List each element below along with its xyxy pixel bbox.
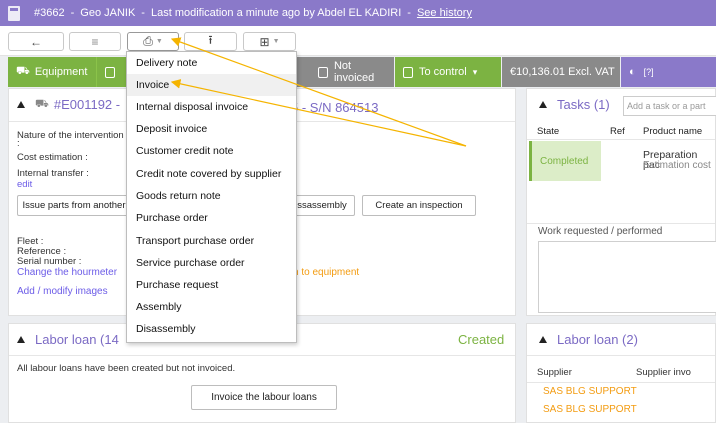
divider [527,139,715,140]
col-supplier: Supplier [537,367,572,378]
add-images-link[interactable]: Add / modify images [17,287,108,297]
collapse-icon[interactable] [539,336,547,343]
client-name: Geo JANIK [80,7,136,19]
divider [527,382,715,383]
excavator-icon: ⛟ [16,65,30,77]
split-icon: ⊞ [259,34,270,49]
chevron-down-icon: ▼ [155,38,163,45]
equipment-title-left[interactable]: #E001192 - [54,97,120,112]
change-hourmeter-link[interactable]: Change the hourmeter [17,268,117,278]
excavator-icon: ⛟ [35,97,49,110]
divider [527,223,715,224]
print-icon: ⎙ [143,34,153,48]
menu-item-transport-purchase-order[interactable]: Transport purchase order [127,230,296,252]
tasks-panel: Tasks (1) Add a task or a part State Ref… [526,88,716,316]
to-control-status[interactable]: To control ▾ [395,57,501,87]
print-documents-menu: Delivery note Invoice Internal disposal … [126,51,297,343]
internal-transfer-label: Internal transfer : [17,168,89,179]
edit-icon [105,66,115,78]
labor-loan-2-title[interactable]: Labor loan (2) [539,332,638,347]
work-requested-textarea[interactable] [538,241,716,313]
disassembly-button[interactable]: ssassembly [289,195,355,216]
supplier-row[interactable]: SAS BLG SUPPORT [543,405,637,415]
menu-item-purchase-order[interactable]: Purchase order [127,207,296,229]
edit-link[interactable]: edit [17,180,32,190]
divider [527,355,715,356]
labor-loan-message: All labour loans have been created but n… [17,363,236,374]
amount-excl-vat: €10,136.01 Excl. VAT [502,57,620,87]
menu-item-service-purchase-order[interactable]: Service purchase order [127,252,296,274]
to-equipment-link[interactable]: n to equipment [293,268,359,278]
menu-item-invoice[interactable]: Invoice [127,74,296,96]
equipment-title[interactable]: ⛟ #E001192 - [17,97,120,112]
back-button[interactable]: ← [8,32,64,51]
serial-number-label: Serial number : [17,256,82,267]
not-invoiced-status[interactable]: Not invoiced [310,57,394,87]
calculator-icon [403,66,413,78]
menu-item-goods-return-note[interactable]: Goods return note [127,185,296,207]
tasks-title[interactable]: Tasks (1) [539,97,610,112]
print-documents-button[interactable]: ⎙ ▼ [127,32,179,51]
upload-button[interactable]: ⭱ [184,32,237,51]
collapse-icon[interactable] [17,101,25,108]
supplier-row[interactable]: SAS BLG SUPPORT [543,387,637,397]
collapse-icon[interactable] [539,101,547,108]
labor-loan-2-panel: Labor loan (2) Supplier Supplier invo SA… [526,323,716,423]
menu-item-internal-disposal-invoice[interactable]: Internal disposal invoice [127,96,296,118]
info-status[interactable]: ◐ [?] [621,57,716,87]
see-history-link[interactable]: See history [417,7,472,19]
last-modified-text: Last modification a minute ago by Abdel … [150,7,402,19]
menu-item-delivery-note[interactable]: Delivery note [127,52,296,74]
invoice-labour-loans-button[interactable]: Invoice the labour loans [191,385,337,410]
col-product-name: Product name [643,126,703,137]
document-ref: #3662 [34,7,65,19]
document-icon [318,66,328,78]
status-bar: ⛟ Equipment Not invoiced To control ▾ €1… [0,57,716,87]
menu-item-customer-credit-note[interactable]: Customer credit note [127,140,296,162]
nature-label: Nature of the intervention : [17,130,124,149]
labor-loan-title[interactable]: Labor loan (14 [17,332,119,347]
product-subtitle: Estimation cost [643,160,711,171]
collapse-icon[interactable] [17,336,25,343]
labor-loan-2-title-label[interactable]: Labor loan (2) [557,332,638,347]
task-state-badge: Completed [529,141,601,181]
toolbar: ← ≡ ⎙ ▼ ⭱ ⊞ ▼ [0,26,716,56]
status-segment [296,57,310,87]
list-button[interactable]: ≡ [69,32,121,51]
col-state: State [537,126,560,137]
chevron-down-icon: ▾ [472,66,478,77]
col-supplier-invoice: Supplier invo [636,367,691,378]
menu-item-assembly[interactable]: Assembly [127,296,296,318]
arrow-left-icon: ← [30,34,42,49]
tasks-title-label[interactable]: Tasks (1) [557,97,610,112]
divider [9,355,515,356]
calculator-icon [8,5,20,21]
menu-item-purchase-request[interactable]: Purchase request [127,274,296,296]
col-ref: Ref [610,126,625,137]
not-invoiced-label: Not invoiced [333,60,375,84]
equipment-tab[interactable]: ⛟ Equipment [8,57,96,87]
create-inspection-button[interactable]: Create an inspection [362,195,476,216]
labor-loan-status: Created [458,332,505,347]
issue-parts-button[interactable]: Issue parts from another [17,195,131,216]
title-bar: #3662 - Geo JANIK - Last modification a … [0,0,716,26]
chevron-down-icon: ▼ [272,38,280,45]
menu-item-disassembly[interactable]: Disassembly [127,318,296,340]
info-icon: ◐ [629,66,636,78]
labor-loan-title-label[interactable]: Labor loan (14 [35,332,119,347]
work-requested-label: Work requested / performed [538,226,663,237]
to-control-label: To control [419,66,467,78]
equipment-title-right: 5 - S/N 864513 [291,100,379,115]
cost-estimation-label: Cost estimation : [17,152,88,163]
equipment-label: Equipment [34,66,88,78]
list-icon: ≡ [91,34,99,49]
add-task-input[interactable]: Add a task or a part [623,96,716,116]
info-label: [?] [643,67,654,77]
split-button[interactable]: ⊞ ▼ [243,32,296,51]
menu-item-credit-note-supplier[interactable]: Credit note covered by supplier [127,163,296,185]
upload-icon: ⭱ [208,33,213,47]
menu-item-deposit-invoice[interactable]: Deposit invoice [127,118,296,140]
